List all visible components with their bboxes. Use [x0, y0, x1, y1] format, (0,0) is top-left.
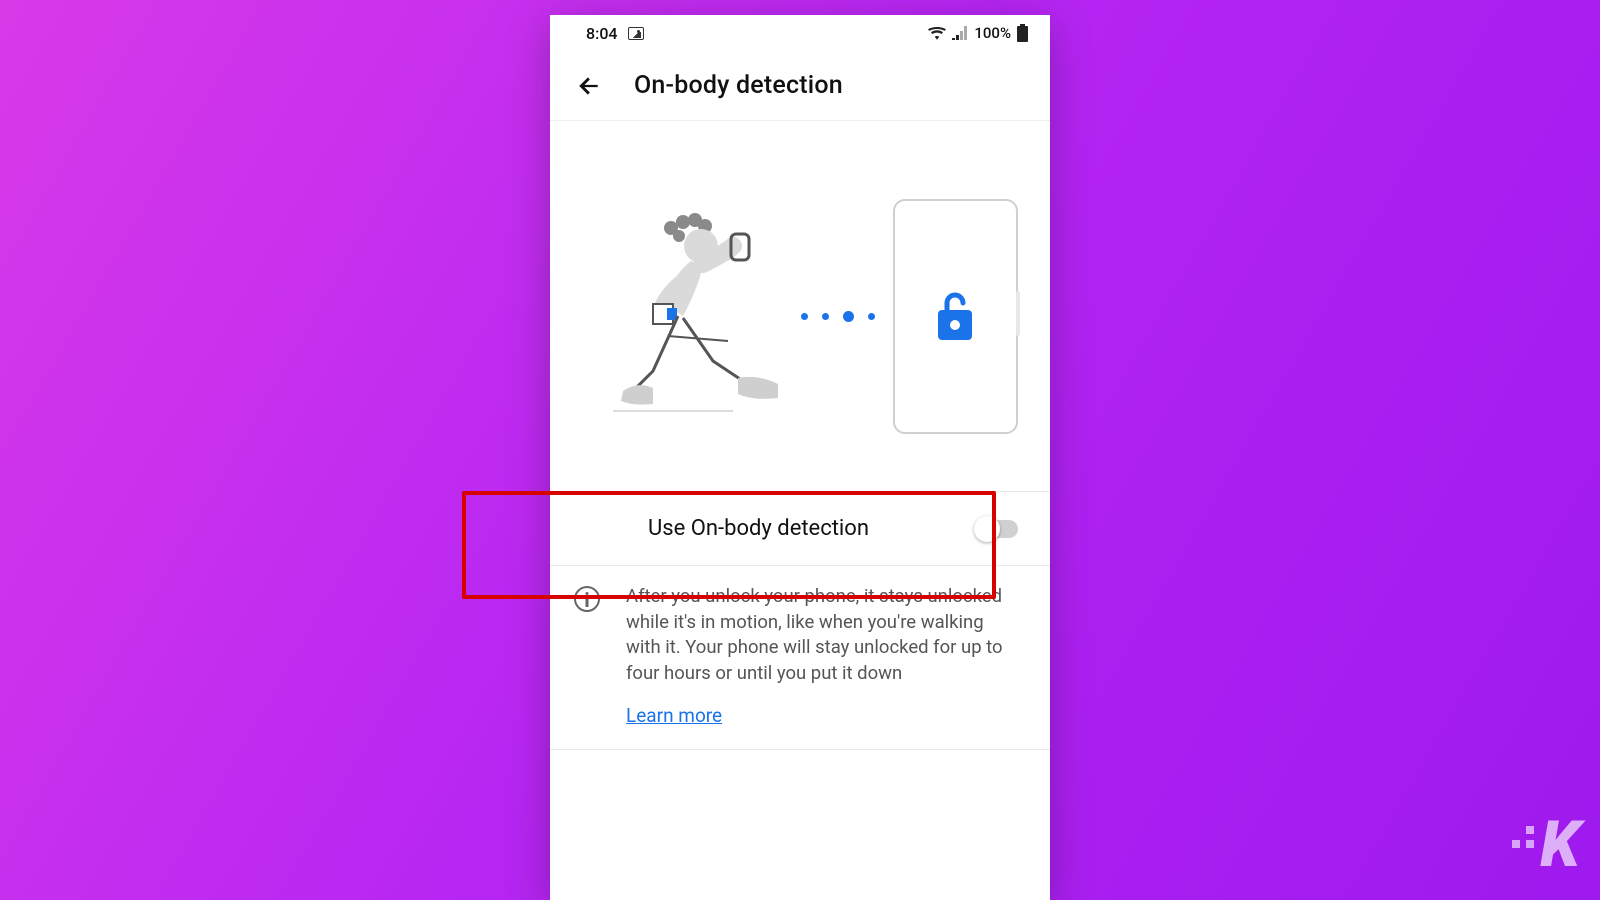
motion-dots — [801, 311, 875, 322]
phone-illustration — [893, 199, 1018, 434]
wifi-icon — [928, 26, 946, 40]
watermark-letter: K — [1540, 807, 1578, 882]
status-bar: 8:04 100% — [550, 15, 1050, 51]
status-right: 100% — [928, 24, 1028, 42]
status-battery: 100% — [974, 24, 1011, 42]
learn-more-link[interactable]: Learn more — [626, 704, 722, 727]
watermark-dots — [1512, 826, 1534, 848]
toggle-label: Use On-body detection — [648, 516, 869, 541]
battery-icon — [1017, 24, 1028, 42]
toggle-switch[interactable] — [976, 520, 1018, 538]
runner-illustration — [583, 206, 783, 426]
back-button[interactable] — [572, 69, 606, 103]
image-icon — [628, 27, 644, 40]
app-bar: On-body detection — [550, 51, 1050, 121]
on-body-detection-toggle-row[interactable]: Use On-body detection — [550, 492, 1050, 566]
signal-icon — [952, 26, 968, 40]
status-time: 8:04 — [586, 24, 618, 43]
hero-illustration — [550, 121, 1050, 491]
phone-frame: 8:04 100% On-body detection — [550, 15, 1050, 900]
page-title: On-body detection — [634, 71, 843, 100]
unlock-icon — [934, 290, 976, 342]
info-text: After you unlock your phone, it stays un… — [626, 584, 1018, 686]
status-left: 8:04 — [586, 24, 644, 43]
watermark: K — [1512, 807, 1578, 882]
arrow-left-icon — [576, 73, 602, 99]
background: 8:04 100% On-body detection — [0, 0, 1600, 900]
info-icon — [574, 586, 600, 612]
info-section: After you unlock your phone, it stays un… — [550, 566, 1050, 750]
toggle-knob — [974, 516, 1000, 542]
